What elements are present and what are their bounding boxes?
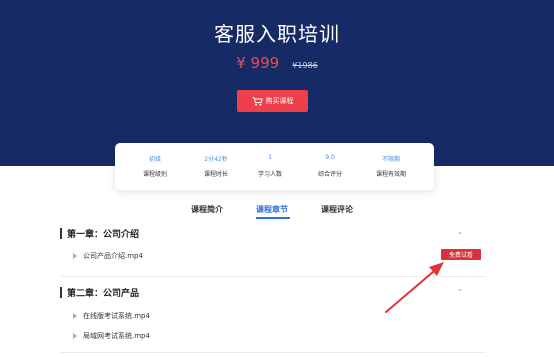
buy-course-button[interactable]: 购买课程 xyxy=(237,90,308,112)
chapter-title: 第二章：公司产品 xyxy=(67,288,140,299)
play-icon xyxy=(73,333,77,339)
lesson-item[interactable]: 局域网考试系统.mp4 xyxy=(73,331,150,341)
play-icon xyxy=(73,253,77,259)
play-icon xyxy=(73,313,77,319)
stat-label: 学习人数 xyxy=(257,171,282,178)
active-tab-underline xyxy=(256,217,290,219)
chapter-heading[interactable]: 第二章：公司产品 xyxy=(60,286,140,299)
chapter-marker xyxy=(60,286,62,298)
tab-intro[interactable]: 课程简介 xyxy=(191,204,223,215)
stat-value: 9.0 xyxy=(325,154,335,161)
chapter-divider xyxy=(60,352,486,353)
chevron-down-icon[interactable]: ⌄ xyxy=(457,285,463,293)
chevron-down-icon[interactable]: ⌄ xyxy=(457,228,463,236)
lesson-title: 局域网考试系统.mp4 xyxy=(83,332,150,340)
course-title: 客服入职培训 xyxy=(214,22,340,46)
course-tabs: 课程简介 课程章节 课程评论 xyxy=(0,204,554,224)
lesson-title: 在线版考试系统.mp4 xyxy=(83,312,150,320)
lesson-title: 公司产品介绍.mp4 xyxy=(83,252,143,260)
annotation-arrow-icon xyxy=(385,262,444,313)
stat-label: 课程有效期 xyxy=(375,171,406,178)
stat-value: 1 xyxy=(268,154,272,161)
stat-value: 初级 xyxy=(148,156,161,163)
chapter-title: 第一章：公司介绍 xyxy=(67,229,140,240)
stat-label: 综合评分 xyxy=(317,171,342,178)
buy-course-label: 购买课程 xyxy=(265,97,294,105)
stat-value: 不限期 xyxy=(381,156,400,163)
original-price: ¥1986 xyxy=(292,61,318,70)
lesson-item[interactable]: 在线版考试系统.mp4 xyxy=(73,311,150,321)
course-hero: 客服入职培训 ¥ 999 ¥1986 购买课程 xyxy=(0,0,554,166)
cart-icon xyxy=(252,96,263,106)
lesson-item[interactable]: 公司产品介绍.mp4 xyxy=(73,251,143,261)
tab-chapters[interactable]: 课程章节 xyxy=(256,204,288,215)
current-price: ¥ 999 xyxy=(236,54,280,72)
chapter-heading[interactable]: 第一章：公司介绍 xyxy=(60,227,140,240)
course-stats-card: 初级 课程级别 2分42秒 课程时长 1 学习人数 9.0 综合评分 不限期 课… xyxy=(115,143,434,190)
price-row: ¥ 999 ¥1986 xyxy=(0,53,554,72)
chapter-marker xyxy=(60,227,62,239)
tab-reviews[interactable]: 课程评论 xyxy=(321,204,353,215)
stat-label: 课程级别 xyxy=(142,171,167,178)
